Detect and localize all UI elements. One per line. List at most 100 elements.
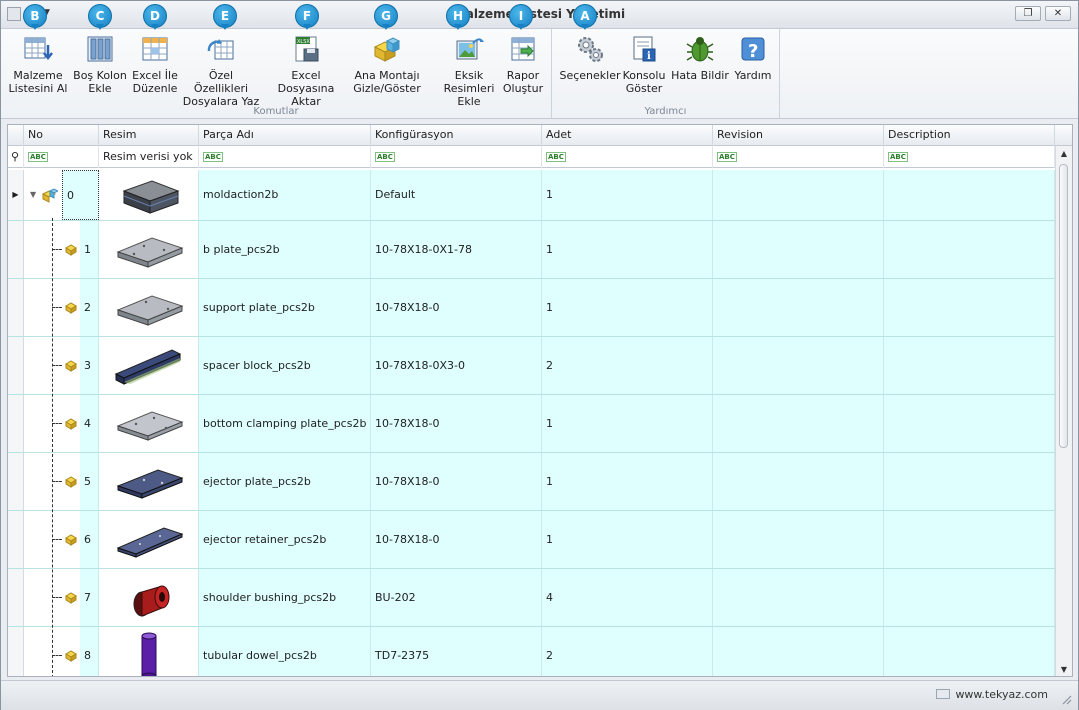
options-button[interactable]: Seçenekler	[556, 31, 624, 101]
cell-qty[interactable]: 1	[542, 453, 713, 510]
cell-description[interactable]	[884, 511, 1055, 568]
cell-qty[interactable]: 1	[542, 170, 713, 220]
table-row[interactable]: 1 b plate_pcs2b 10-78X18-0X1-78 1	[8, 221, 1055, 279]
column-header-revision[interactable]: Revision	[713, 125, 884, 146]
cell-part-name[interactable]: moldaction2b	[199, 170, 371, 220]
cell-qty[interactable]: 2	[542, 627, 713, 676]
collapse-icon[interactable]: ▼	[30, 190, 36, 199]
cell-revision[interactable]	[713, 395, 884, 452]
filter-adet[interactable]: ABC	[542, 146, 713, 168]
bom-grid[interactable]: No Resim Parça Adı Konfigürasyon Adet Re…	[7, 124, 1073, 677]
cell-revision[interactable]	[713, 279, 884, 336]
cell-config[interactable]: BU-202	[371, 569, 542, 626]
filter-parca-adi[interactable]: ABC	[199, 146, 371, 168]
report-bug-button[interactable]: Hata Bildir	[670, 31, 730, 101]
cell-description[interactable]	[884, 569, 1055, 626]
restore-button[interactable]: ❐	[1015, 6, 1041, 21]
filter-revision[interactable]: ABC	[713, 146, 884, 168]
cell-config[interactable]: 10-78X18-0	[371, 395, 542, 452]
scrollbar-thumb[interactable]	[1059, 164, 1068, 448]
show-console-button[interactable]: i Konsolu Göster	[622, 31, 666, 101]
cell-qty[interactable]: 1	[542, 511, 713, 568]
filter-konfigurasyon[interactable]: ABC	[371, 146, 542, 168]
cell-config[interactable]: 10-78X18-0X3-0	[371, 337, 542, 394]
cell-config[interactable]: 10-78X18-0	[371, 279, 542, 336]
table-row[interactable]: 8 tubular dowel_pcs2b TD7-2375 2	[8, 627, 1055, 676]
export-excel-button[interactable]: XLSX Excel Dosyasına Aktar	[263, 31, 349, 108]
filter-resim[interactable]: Resim verisi yok	[99, 146, 199, 168]
cell-revision[interactable]	[713, 170, 884, 220]
scroll-up-icon[interactable]: ▲	[1056, 149, 1072, 158]
cell-description[interactable]	[884, 453, 1055, 510]
cell-revision[interactable]	[713, 627, 884, 676]
add-empty-column-button[interactable]: Boş Kolon Ekle	[69, 31, 131, 101]
tree-branch-line	[52, 365, 62, 366]
cell-part-name[interactable]: shoulder bushing_pcs2b	[199, 569, 371, 626]
cell-qty[interactable]: 1	[542, 279, 713, 336]
cell-description[interactable]	[884, 627, 1055, 676]
cell-no[interactable]: 1	[80, 221, 99, 278]
write-custom-properties-button[interactable]: Özel Özellikleri Dosyalara Yaz	[182, 31, 260, 108]
filter-description[interactable]: ABC	[884, 146, 1055, 168]
cell-part-name[interactable]: bottom clamping plate_pcs2b	[199, 395, 371, 452]
cell-config[interactable]: 10-78X18-0	[371, 511, 542, 568]
cell-part-name[interactable]: tubular dowel_pcs2b	[199, 627, 371, 676]
cell-no[interactable]: 3	[80, 337, 99, 394]
create-report-button[interactable]: Rapor Oluştur	[498, 31, 548, 101]
cell-revision[interactable]	[713, 337, 884, 394]
cell-revision[interactable]	[713, 453, 884, 510]
vertical-scrollbar[interactable]: ▲ ▼	[1055, 146, 1072, 676]
website-link[interactable]: www.tekyaz.com	[936, 688, 1048, 701]
cell-part-name[interactable]: spacer block_pcs2b	[199, 337, 371, 394]
cell-qty[interactable]: 4	[542, 569, 713, 626]
table-row[interactable]: 4 bottom clamping plate_pcs2b 10-78X18-0…	[8, 395, 1055, 453]
help-button[interactable]: ? Yardım	[732, 31, 774, 101]
cell-config[interactable]: 10-78X18-0X1-78	[371, 221, 542, 278]
get-bom-button[interactable]: Malzeme Listesini Al	[7, 31, 69, 101]
table-row[interactable]: 7 shoulder bushing_pcs2b BU-202 4	[8, 569, 1055, 627]
add-missing-images-button[interactable]: Eksik Resimleri Ekle	[438, 31, 500, 108]
cell-part-name[interactable]: b plate_pcs2b	[199, 221, 371, 278]
cell-qty[interactable]: 1	[542, 221, 713, 278]
cell-config[interactable]: 10-78X18-0	[371, 453, 542, 510]
scroll-down-icon[interactable]: ▼	[1056, 665, 1072, 674]
cell-part-name[interactable]: ejector plate_pcs2b	[199, 453, 371, 510]
cell-description[interactable]	[884, 395, 1055, 452]
table-row[interactable]: 2 support plate_pcs2b 10-78X18-0 1	[8, 279, 1055, 337]
table-row[interactable]: 3 spacer block_pcs2b 10-78X18-0X3-0 2	[8, 337, 1055, 395]
cell-no[interactable]: 2	[80, 279, 99, 336]
column-header-konfigurasyon[interactable]: Konfigürasyon	[371, 125, 542, 146]
cell-description[interactable]	[884, 337, 1055, 394]
cell-no[interactable]: 6	[80, 511, 99, 568]
table-row[interactable]: 6 ejector retainer_pcs2b 10-78X18-0 1	[8, 511, 1055, 569]
cell-part-name[interactable]: support plate_pcs2b	[199, 279, 371, 336]
column-header-description[interactable]: Description	[884, 125, 1055, 146]
cell-revision[interactable]	[713, 221, 884, 278]
edit-with-excel-button[interactable]: Excel İle Düzenle	[129, 31, 181, 101]
cell-qty[interactable]: 2	[542, 337, 713, 394]
cell-description[interactable]	[884, 221, 1055, 278]
column-header-resim[interactable]: Resim	[99, 125, 199, 146]
cell-description[interactable]	[884, 170, 1055, 220]
close-button[interactable]: ✕	[1045, 6, 1071, 21]
resize-grip-icon[interactable]	[1060, 693, 1072, 705]
column-header-no[interactable]: No	[24, 125, 99, 146]
cell-config[interactable]: TD7-2375	[371, 627, 542, 676]
table-row[interactable]: 5 ejector plate_pcs2b 10-78X18-0 1	[8, 453, 1055, 511]
cell-config[interactable]: Default	[371, 170, 542, 220]
cell-qty[interactable]: 1	[542, 395, 713, 452]
toggle-main-assembly-button[interactable]: Ana Montajı Gizle/Göster	[353, 31, 421, 101]
column-header-parca-adi[interactable]: Parça Adı	[199, 125, 371, 146]
cell-no[interactable]: 8	[80, 627, 99, 676]
cell-part-name[interactable]: ejector retainer_pcs2b	[199, 511, 371, 568]
cell-no[interactable]: 7	[80, 569, 99, 626]
cell-no[interactable]: 0	[62, 170, 99, 220]
column-header-adet[interactable]: Adet	[542, 125, 713, 146]
cell-no[interactable]: 4	[80, 395, 99, 452]
cell-revision[interactable]	[713, 511, 884, 568]
cell-no[interactable]: 5	[80, 453, 99, 510]
cell-revision[interactable]	[713, 569, 884, 626]
table-row[interactable]: ▶ ▼ 0 moldaction2b Default 1	[8, 170, 1055, 221]
cell-description[interactable]	[884, 279, 1055, 336]
filter-no[interactable]: ABC	[24, 146, 99, 168]
